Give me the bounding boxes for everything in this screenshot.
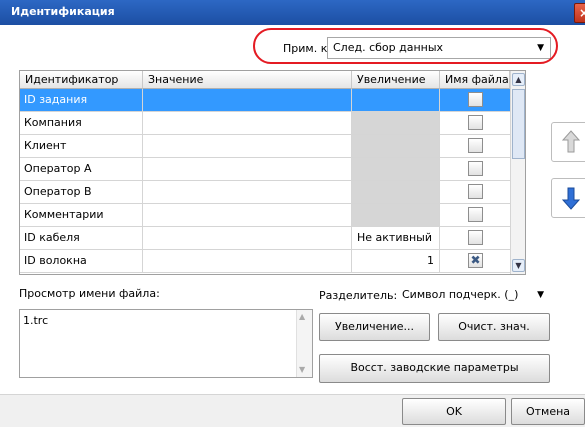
row-value-cell[interactable] — [143, 204, 352, 226]
scroll-thumb[interactable] — [512, 89, 525, 159]
row-increment-cell — [352, 204, 440, 226]
identification-dialog: Идентификация × Прим. к: След. сбор данн… — [0, 0, 585, 427]
table-row[interactable]: Оператор A — [20, 158, 510, 181]
filename-preview-box: 1.trc ▲ ▼ — [19, 309, 313, 378]
row-identifier: ID кабеля — [20, 227, 143, 249]
table-scrollbar[interactable]: ▲ ▼ — [510, 71, 525, 274]
filename-checkbox[interactable] — [468, 161, 483, 176]
row-identifier: ID волокна — [20, 250, 143, 272]
table-row[interactable]: Комментарии — [20, 204, 510, 227]
scroll-up-icon: ▲ — [299, 312, 306, 321]
restore-defaults-button[interactable]: Восст. заводские параметры — [319, 354, 550, 383]
table-row[interactable]: ID волокна 1 ✖ — [20, 250, 510, 273]
row-increment-cell — [352, 158, 440, 180]
scroll-down-icon: ▼ — [299, 365, 306, 374]
row-filename-cell — [440, 135, 510, 157]
row-identifier: ID задания — [20, 89, 143, 111]
move-up-button[interactable] — [551, 122, 585, 162]
row-value-cell[interactable] — [143, 135, 352, 157]
filename-checkbox[interactable] — [468, 230, 483, 245]
cancel-button[interactable]: Отмена — [511, 398, 585, 425]
row-filename-cell: ✖ — [440, 250, 510, 272]
identifier-table[interactable]: Идентификатор Значение Увеличение Имя фа… — [19, 70, 526, 275]
move-down-button[interactable] — [551, 178, 585, 218]
arrow-down-icon — [561, 187, 581, 210]
row-identifier: Оператор B — [20, 181, 143, 203]
row-identifier: Клиент — [20, 135, 143, 157]
table-row[interactable]: ID задания — [20, 89, 510, 112]
row-increment-cell — [352, 135, 440, 157]
highlight-oval — [253, 28, 558, 64]
row-filename-cell — [440, 158, 510, 180]
close-button[interactable]: × — [574, 3, 585, 23]
column-header-filename[interactable]: Имя файла — [440, 71, 510, 89]
row-increment-cell — [352, 181, 440, 203]
close-icon: × — [578, 6, 585, 20]
row-value-cell[interactable] — [143, 181, 352, 203]
row-value-cell[interactable] — [143, 112, 352, 134]
filename-preview-text: 1.trc — [23, 314, 49, 327]
preview-scrollbar[interactable]: ▲ ▼ — [296, 310, 312, 377]
row-filename-cell — [440, 112, 510, 134]
row-value-cell[interactable] — [143, 158, 352, 180]
row-value-cell[interactable] — [143, 89, 352, 111]
separator-value: Символ подчерк. (_) — [402, 288, 519, 301]
filename-preview-label: Просмотр имени файла: — [19, 287, 160, 300]
row-value-cell[interactable] — [143, 250, 352, 272]
table-row[interactable]: ID кабеля Не активный — [20, 227, 510, 250]
filename-checkbox[interactable] — [468, 138, 483, 153]
filename-checkbox[interactable]: ✖ — [468, 253, 483, 268]
filename-checkbox[interactable] — [468, 115, 483, 130]
ok-button[interactable]: OK — [402, 398, 506, 425]
chevron-down-icon: ▼ — [537, 290, 544, 300]
arrow-up-icon — [561, 130, 581, 153]
row-value-cell[interactable] — [143, 227, 352, 249]
column-header-identifier[interactable]: Идентификатор — [20, 71, 143, 89]
row-increment-cell — [352, 112, 440, 134]
row-identifier: Комментарии — [20, 204, 143, 226]
row-increment-cell[interactable]: Не активный — [352, 227, 440, 249]
row-identifier: Оператор A — [20, 158, 143, 180]
row-increment-cell[interactable]: 1 — [352, 250, 440, 272]
row-filename-cell — [440, 89, 510, 111]
scroll-down-icon[interactable]: ▼ — [512, 259, 525, 272]
title-bar[interactable]: Идентификация × — [0, 0, 585, 25]
table-row[interactable]: Оператор B — [20, 181, 510, 204]
separator-select[interactable]: Символ подчерк. (_) ▼ — [396, 284, 551, 306]
filename-checkbox[interactable] — [468, 92, 483, 107]
filename-checkbox[interactable] — [468, 207, 483, 222]
clear-values-button[interactable]: Очист. знач. — [438, 313, 550, 341]
increment-button[interactable]: Увеличение... — [319, 313, 430, 341]
column-header-value[interactable]: Значение — [143, 71, 352, 89]
filename-checkbox[interactable] — [468, 184, 483, 199]
row-filename-cell — [440, 204, 510, 226]
row-increment-cell[interactable] — [352, 89, 440, 111]
column-header-increment[interactable]: Увеличение — [352, 71, 440, 89]
separator-label: Разделитель: — [319, 289, 398, 302]
row-filename-cell — [440, 181, 510, 203]
window-title: Идентификация — [11, 5, 115, 18]
table-row[interactable]: Клиент — [20, 135, 510, 158]
table-row[interactable]: Компания — [20, 112, 510, 135]
scroll-up-icon[interactable]: ▲ — [512, 73, 525, 86]
row-filename-cell — [440, 227, 510, 249]
row-identifier: Компания — [20, 112, 143, 134]
